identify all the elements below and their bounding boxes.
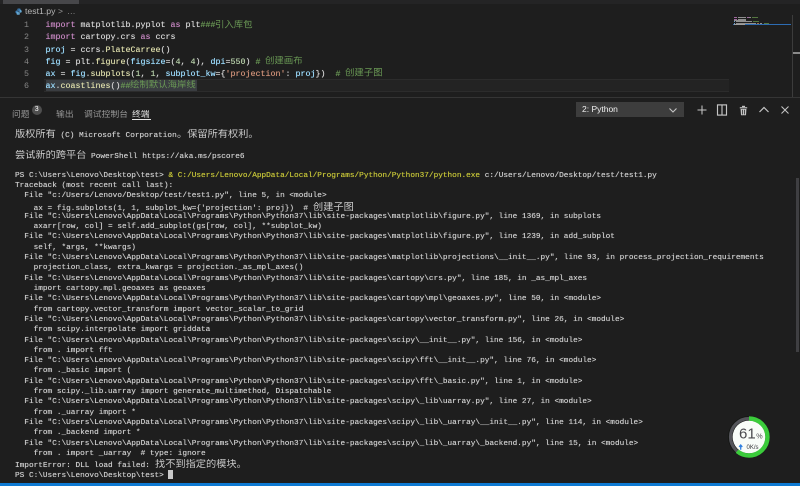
svg-text:%: % [756, 432, 763, 441]
svg-text:0K/s: 0K/s [746, 445, 758, 451]
svg-text:61: 61 [739, 426, 756, 443]
